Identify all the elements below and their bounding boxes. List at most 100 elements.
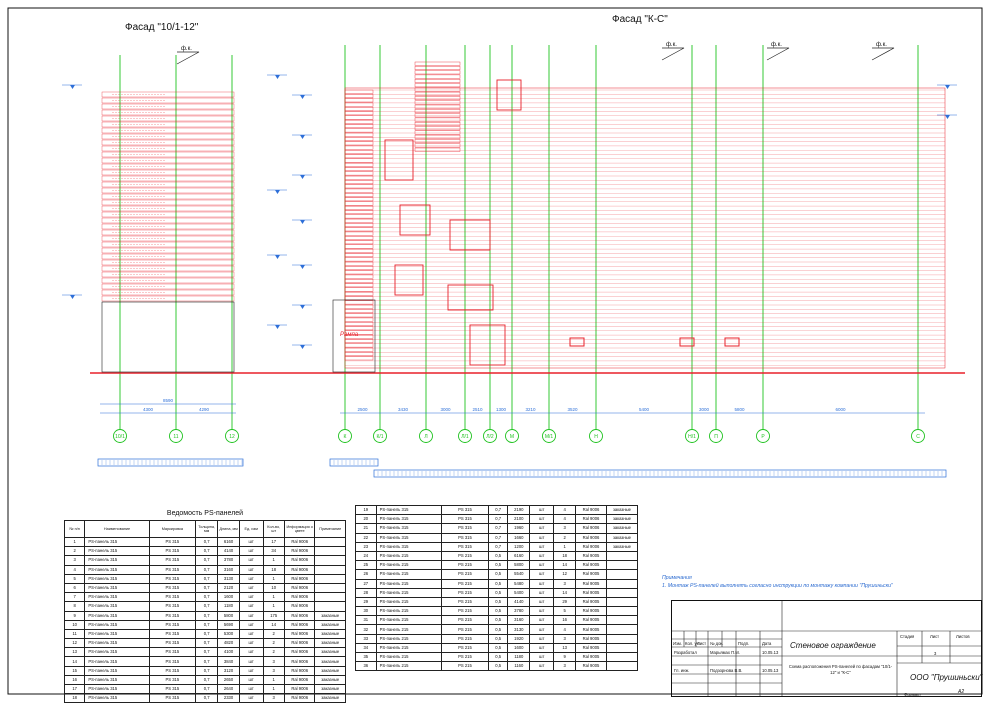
- schedule-cell: 1660: [507, 532, 531, 543]
- panel-label-box: [414, 139, 461, 143]
- schedule-cell: 4: [553, 514, 577, 525]
- schedule-cell: PS 215: [440, 624, 489, 635]
- schedule-cell: PS 215: [440, 615, 489, 626]
- schedule-cell: 36: [355, 661, 377, 672]
- schedule-cell: PS 315: [148, 638, 197, 649]
- schedule-cell: PS-панель 215: [375, 642, 442, 654]
- schedule-cell: заказные: [314, 656, 346, 667]
- schedule-cell: [314, 546, 346, 557]
- schedule-cell: шт: [529, 569, 555, 580]
- panel-label-box: [344, 214, 374, 219]
- schedule-cell: [605, 624, 639, 635]
- schedule-cell: 1600: [507, 642, 531, 654]
- level-mark: [275, 325, 280, 329]
- company-name: ООО "Прушиньски": [910, 673, 983, 682]
- schedule-cell: 1960: [507, 523, 531, 534]
- schedule-cell: 14: [553, 587, 577, 598]
- stamp-col-header: № док.: [710, 641, 724, 646]
- facade-left-title: Фасад "10/1-12": [125, 22, 199, 33]
- schedule-cell: [314, 564, 346, 575]
- schedule-cell: 0,7: [194, 638, 219, 649]
- opening-frame: [496, 79, 522, 111]
- schedule-cell: PS-панель 215: [375, 661, 442, 672]
- schedule-cell: 0,7: [194, 628, 219, 640]
- schedule-cell: Ral 9006: [283, 582, 316, 594]
- schedule-cell: 0,5: [487, 587, 509, 598]
- panel-label-box: [344, 322, 374, 326]
- notes-heading: Примечания: [662, 575, 692, 581]
- developer-role: Разработал: [674, 650, 697, 655]
- schedule-cell: PS-панель 315: [84, 656, 150, 667]
- panel-label-box: [344, 175, 374, 180]
- schedule-cell: заказные: [605, 541, 639, 552]
- schedule-cell: заказные: [314, 638, 346, 649]
- developer-date: 10.05.13: [762, 650, 779, 655]
- schedule-cell: шт: [238, 638, 264, 649]
- dim-value: 3000: [440, 407, 451, 412]
- schedule-cell: Ral 9006: [283, 573, 316, 584]
- schedule-cell: 11: [63, 628, 86, 640]
- schedule-cell: PS-панель 315: [375, 504, 442, 516]
- schedule-cell: шт: [529, 578, 555, 589]
- schedule-cell: PS-панель 315: [84, 638, 150, 649]
- schedule-row: 2 PS-панель 315 PS 315 0,7 4140 шт 34 Ral 9006: [63, 546, 346, 557]
- panel-label-box: [414, 104, 461, 109]
- schedule-cell: 13: [63, 647, 86, 658]
- schedule-cell: [605, 651, 639, 663]
- schedule-cell: PS-панель 215: [375, 550, 442, 562]
- panel-label-box: [344, 257, 374, 262]
- panel-label-box: [344, 283, 374, 288]
- schedule-cell: PS 315: [148, 619, 197, 630]
- schedule-cell: [314, 573, 346, 584]
- schedule-cell: заказные: [314, 683, 346, 695]
- schedule-col-5: Ед. изм: [238, 520, 264, 538]
- panel-label-box: [344, 184, 374, 189]
- format-value: А2: [958, 689, 965, 695]
- panel-label-box: [344, 248, 374, 253]
- schedule-row: 27 PS-панель 215 PS 215 0,5 5480 шт 3 Ral 9005: [355, 578, 639, 589]
- panel-label-box: [344, 240, 374, 245]
- schedule-row: 4 PS-панель 315 PS 315 0,7 3160 шт 18 Ral 9006: [63, 564, 346, 575]
- panel-label-box: [414, 121, 461, 126]
- opening-frame: [449, 219, 491, 251]
- panel-label-box: [344, 287, 374, 292]
- schedule-cell: 0,5: [487, 633, 509, 644]
- schedule-cell: 0,7: [194, 693, 219, 703]
- schedule-cell: 0,7: [194, 564, 219, 575]
- schedule-cell: 3780: [217, 555, 240, 566]
- schedule-cell: PS-панель 215: [375, 615, 442, 626]
- schedule-cell: Ral 9006: [283, 601, 316, 612]
- dim-value: 2510: [472, 407, 483, 412]
- schedule-cell: PS-панель 315: [84, 555, 150, 566]
- schedule-cell: 2120: [217, 582, 240, 594]
- panel-rows: [101, 61, 946, 369]
- schedule-col-0: № п/п: [63, 520, 86, 538]
- schedule-cell: 2: [262, 638, 285, 649]
- schedule-cell: PS 315: [440, 504, 489, 516]
- level-mark: [275, 75, 280, 79]
- schedule-cell: 0,7: [194, 610, 219, 621]
- schedule-cell: Ral 9006: [575, 514, 607, 525]
- opening-frame: [447, 284, 494, 311]
- schedule-col-7: Информация о цвете: [283, 520, 316, 538]
- panel-label-box: [344, 145, 374, 150]
- schedule-cell: PS 215: [440, 578, 489, 589]
- dim-value: 1300: [496, 407, 507, 412]
- schedule-cell: 2: [63, 546, 86, 557]
- schedule-cell: 0,7: [194, 555, 219, 566]
- schedule-cell: 1600: [217, 592, 240, 603]
- title-block: Изм. Кол. уч. Лист № док. Подп. Дата Разработ…: [671, 600, 982, 697]
- schedule-cell: 5690: [217, 619, 240, 630]
- panel-label-box: [414, 66, 461, 70]
- schedule-cell: 29: [355, 596, 377, 608]
- schedule-cell: PS-панель 315: [84, 536, 150, 548]
- panel-label-box: [344, 339, 374, 343]
- schedule-cell: 175: [262, 610, 285, 621]
- schedule-cell: Ral 9006: [283, 564, 316, 575]
- schedule-cell: Ral 9006: [575, 541, 607, 552]
- schedule-cell: PS 315: [148, 592, 197, 603]
- sheet-number: 3: [934, 651, 937, 656]
- schedule-row: 9 PS-панель 315 PS 315 0,7 5800 шт 175 Ral 9006…: [63, 610, 346, 621]
- schedule-cell: 2: [262, 628, 285, 640]
- level-mark: [300, 220, 305, 224]
